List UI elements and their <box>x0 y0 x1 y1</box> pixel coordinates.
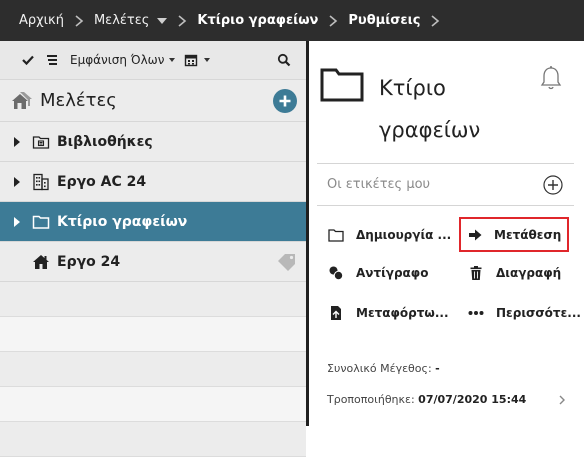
details-panel: Κτίριο γραφείων Οι ετικέτες μου Δημιουργ… <box>309 41 584 426</box>
expand-arrow-icon[interactable] <box>14 176 20 187</box>
create-label: Δημιουργία ... <box>356 228 452 242</box>
upload-button[interactable]: Μεταφόρτω... <box>327 303 449 323</box>
chevron-right-icon <box>429 14 441 27</box>
details-title: Κτίριο γραφείων <box>379 76 481 142</box>
building-icon <box>32 173 50 191</box>
more-label: Περισσότε... <box>496 306 581 320</box>
size-value: - <box>435 362 440 375</box>
tree-item-label: Εργο AC 24 <box>57 173 147 190</box>
chevron-right-icon[interactable] <box>558 395 566 405</box>
modified-label: Τροποποιήθηκε: <box>327 393 415 406</box>
size-label: Συνολικό Μέγεθος: <box>327 362 432 375</box>
copy-label: Αντίγραφο <box>356 266 429 280</box>
trash-icon <box>467 264 485 282</box>
projects-header: Μελέτες <box>0 80 306 122</box>
caret-down-icon[interactable] <box>204 58 211 62</box>
breadcrumb-projects[interactable]: Μελέτες <box>94 13 149 28</box>
list-icon[interactable] <box>44 52 60 68</box>
tree-item-label: Βιβλιοθήκες <box>57 133 153 150</box>
search-icon[interactable] <box>276 52 292 68</box>
tag-icon[interactable] <box>277 253 297 271</box>
expand-arrow-icon[interactable] <box>14 136 20 147</box>
left-toolbar: Εμφάνιση Όλων <box>0 41 306 80</box>
projects-panel: Εμφάνιση Όλων Μελέτες Βιβλιοθήκες Εργο A… <box>0 41 306 457</box>
calendar-icon[interactable] <box>183 52 199 68</box>
copy-icon <box>327 264 345 282</box>
add-project-button[interactable] <box>273 89 297 113</box>
delete-label: Διαγραφή <box>496 266 562 280</box>
checkmark-icon[interactable] <box>20 52 36 68</box>
filter-dropdown[interactable]: Εμφάνιση Όλων <box>70 53 164 67</box>
tree-item-label: Εργο 24 <box>57 253 121 270</box>
projects-title: Μελέτες <box>40 90 117 111</box>
breadcrumb-home[interactable]: Αρχική <box>19 13 64 28</box>
folder-icon <box>327 226 345 244</box>
move-label: Μετάθεση <box>494 227 562 242</box>
expand-arrow-icon[interactable] <box>14 216 20 227</box>
tree-item-label: Κτίριο γραφείων <box>57 213 188 230</box>
house-icon <box>32 253 50 271</box>
more-button[interactable]: Περισσότε... <box>467 303 581 323</box>
projects-house-icon <box>10 89 34 113</box>
upload-icon <box>327 304 345 322</box>
library-icon <box>32 133 50 151</box>
more-dots-icon <box>467 304 485 322</box>
breadcrumb: Αρχική Μελέτες Κτίριο γραφείων Ρυθμίσεις <box>0 0 584 41</box>
breadcrumb-settings[interactable]: Ρυθμίσεις <box>348 13 420 28</box>
tree-item-project-ac24[interactable]: Εργο AC 24 <box>0 162 306 202</box>
caret-down-icon[interactable] <box>157 17 168 24</box>
tags-input[interactable]: Οι ετικέτες μου <box>327 177 430 192</box>
caret-down-icon[interactable] <box>169 58 176 62</box>
folder-icon <box>32 213 50 231</box>
move-button[interactable]: Μετάθεση <box>459 217 569 252</box>
add-tag-icon[interactable] <box>543 175 563 195</box>
upload-label: Μεταφόρτω... <box>356 306 449 320</box>
modified-date[interactable]: Τροποποιήθηκε: 07/07/2020 15:44 <box>327 393 526 406</box>
tree-item-office-building[interactable]: Κτίριο γραφείων <box>0 202 306 242</box>
total-size: Συνολικό Μέγεθος: - <box>327 362 440 375</box>
delete-button[interactable]: Διαγραφή <box>467 263 561 283</box>
copy-button[interactable]: Αντίγραφο <box>327 263 428 283</box>
tree-item-libraries[interactable]: Βιβλιοθήκες <box>0 122 306 162</box>
breadcrumb-office-building[interactable]: Κτίριο γραφείων <box>197 13 318 28</box>
tree-item-project-24[interactable]: Εργο 24 <box>0 242 306 282</box>
chevron-right-icon <box>176 14 188 27</box>
create-button[interactable]: Δημιουργία ... <box>327 225 451 245</box>
folder-icon <box>320 68 364 102</box>
arrow-right-icon <box>467 226 483 244</box>
bell-icon[interactable] <box>540 65 562 91</box>
plus-icon <box>279 95 291 107</box>
chevron-right-icon <box>327 14 339 27</box>
chevron-right-icon <box>73 14 85 27</box>
modified-value: 07/07/2020 15:44 <box>418 393 527 406</box>
